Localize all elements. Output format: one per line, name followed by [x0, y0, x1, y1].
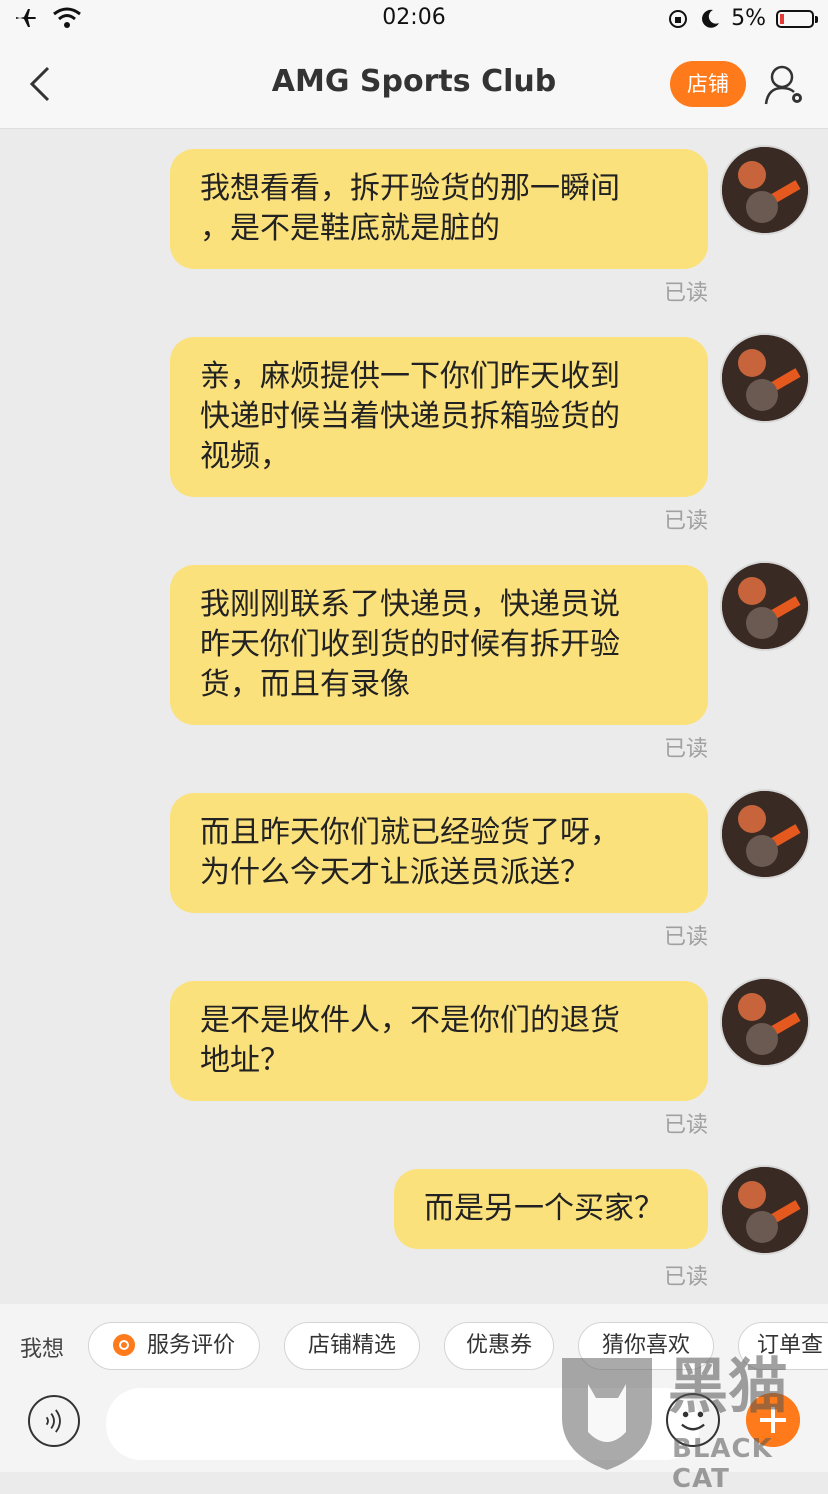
nav-bar: AMG Sports Club 店铺: [0, 40, 828, 129]
message-bubble[interactable]: 而且昨天你们就已经验货了呀， 为什么今天才让派送员派送？: [170, 793, 708, 913]
moon-icon: [702, 9, 720, 28]
watermark-subtext: BLACK CAT: [672, 1434, 773, 1494]
status-bar: 02:06 5%: [0, 0, 828, 40]
battery-icon: [776, 9, 818, 28]
read-status: 已读: [663, 737, 708, 762]
voice-icon[interactable]: [28, 1395, 80, 1447]
watermark-text: 黑猫: [668, 1352, 788, 1422]
avatar[interactable]: [722, 563, 808, 649]
read-status: 已读: [663, 925, 708, 950]
cat-shield-logo: [562, 1358, 652, 1470]
avatar[interactable]: [722, 1167, 808, 1253]
message-bubble[interactable]: 是不是收件人，不是你们的退货 地址？: [170, 981, 708, 1101]
message-bubble[interactable]: 我想看看，拆开验货的那一瞬间 ，是不是鞋底就是脏的: [170, 149, 708, 269]
message-bubble[interactable]: 亲，麻烦提供一下你们昨天收到 快递时候当着快递员拆箱验货的 视频，: [170, 337, 708, 497]
rotation-lock-icon: [669, 9, 688, 28]
avatar[interactable]: [722, 147, 808, 233]
read-status: 已读: [663, 509, 708, 534]
battery-percent: 5%: [731, 6, 766, 31]
chat-area[interactable]: 我想看看，拆开验货的那一瞬间 ，是不是鞋底就是脏的 已读 亲，麻烦提供一下你们昨…: [0, 129, 828, 1304]
read-status: 已读: [663, 1113, 708, 1138]
avatar[interactable]: [722, 335, 808, 421]
status-right: 5%: [667, 6, 818, 31]
review-icon: [112, 1334, 135, 1356]
chip-coupons[interactable]: 优惠券: [444, 1322, 554, 1370]
avatar[interactable]: [722, 979, 808, 1065]
chip-store-picks[interactable]: 店铺精选: [284, 1322, 420, 1370]
chip-label: 服务评价: [146, 1333, 235, 1358]
user-settings-icon[interactable]: [762, 62, 808, 108]
quick-label: 我想: [20, 1337, 65, 1362]
message-bubble[interactable]: 而是另一个买家？: [394, 1169, 708, 1249]
read-status: 已读: [663, 281, 708, 306]
black-cat-watermark: 黑猫 BLACK CAT: [558, 1352, 828, 1494]
avatar[interactable]: [722, 791, 808, 877]
chip-service-review[interactable]: 服务评价: [88, 1322, 260, 1370]
shop-button[interactable]: 店铺: [670, 61, 746, 107]
message-bubble[interactable]: 我刚刚联系了快递员，快递员说 昨天你们收到货的时候有拆开验 货，而且有录像: [170, 565, 708, 725]
read-status: 已读: [663, 1265, 708, 1290]
